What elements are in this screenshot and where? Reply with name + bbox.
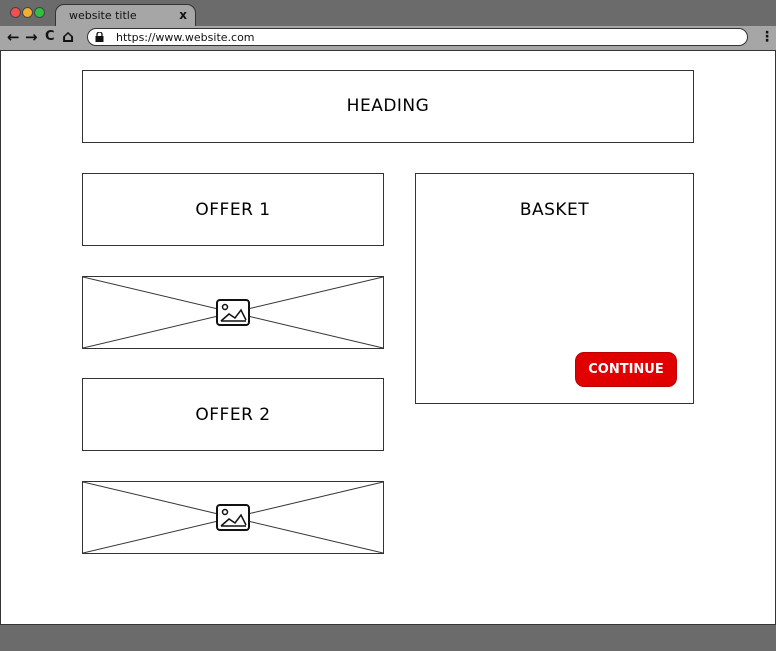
placeholder-cross [83, 482, 383, 553]
placeholder-cross [83, 277, 383, 348]
browser-tab[interactable]: website title x [55, 4, 196, 26]
browser-statusbar [0, 624, 776, 651]
browser-menu-icon[interactable]: ⋮ [760, 29, 774, 45]
address-bar[interactable]: https://www.website.com [87, 28, 748, 46]
offer-1-label: OFFER 1 [195, 200, 271, 220]
window-close-button[interactable] [10, 7, 21, 18]
back-arrow-icon[interactable]: ← [7, 28, 20, 46]
offer-1-image-placeholder [82, 276, 384, 349]
window-minimize-button[interactable] [22, 7, 33, 18]
heading-box: HEADING [82, 70, 694, 143]
reload-icon[interactable]: C [45, 28, 55, 46]
window-maximize-button[interactable] [34, 7, 45, 18]
page-heading: HEADING [346, 96, 430, 116]
offer-2-image-placeholder [82, 481, 384, 554]
home-icon[interactable]: ⌂ [62, 28, 74, 46]
tab-close-icon[interactable]: x [179, 8, 187, 22]
offer-1-box[interactable]: OFFER 1 [82, 173, 384, 246]
lock-icon [95, 32, 104, 42]
offer-2-box[interactable]: OFFER 2 [82, 378, 384, 451]
basket-title: BASKET [519, 200, 590, 220]
browser-titlebar: website title x [0, 0, 776, 26]
image-icon [216, 504, 250, 531]
continue-button[interactable]: CONTINUE [575, 352, 677, 387]
image-icon [216, 299, 250, 326]
offer-2-label: OFFER 2 [195, 405, 271, 425]
browser-navbar: ← → C ⌂ https://www.website.com ⋮ [0, 26, 776, 51]
url-text: https://www.website.com [116, 31, 255, 44]
tab-title: website title [69, 9, 137, 22]
forward-arrow-icon[interactable]: → [25, 28, 38, 46]
